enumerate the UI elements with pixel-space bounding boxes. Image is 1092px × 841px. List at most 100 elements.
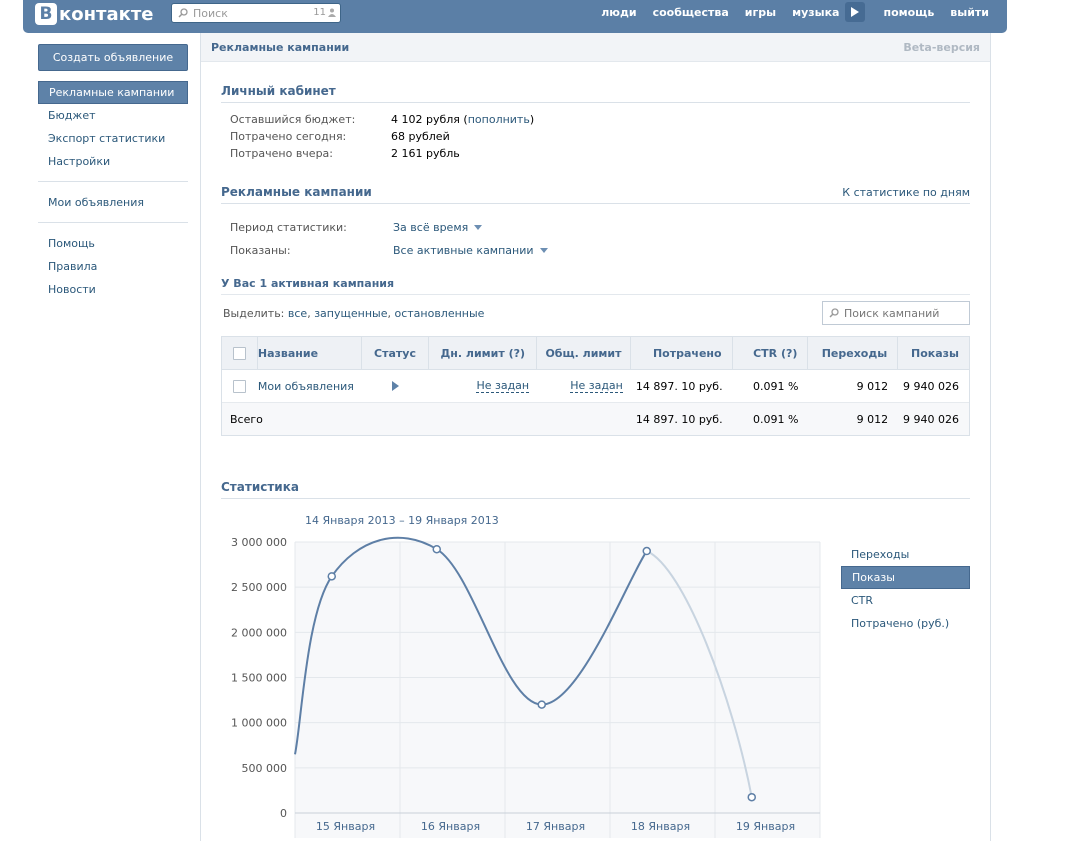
campaign-name-link[interactable]: Мои объявления [258, 380, 354, 393]
row-status-cell [362, 370, 430, 402]
select-all-cell [222, 337, 258, 369]
create-ad-button[interactable]: Создать объявление [38, 44, 188, 71]
nav-people[interactable]: люди [593, 6, 644, 19]
y-axis-ticks: 0 500 000 1 000 000 1 500 000 2 000 000 2 500… [231, 536, 287, 820]
play-icon [851, 7, 860, 17]
legend-clicks[interactable]: Переходы [841, 543, 970, 566]
y-tick-label: 1 500 000 [231, 672, 287, 685]
daily-stats-link[interactable]: К статистике по дням [842, 186, 970, 199]
online-count-value: 11 [313, 7, 326, 18]
music-play-button[interactable] [845, 2, 866, 22]
budget-label: Оставшийся бюджет: [230, 113, 356, 126]
data-point[interactable] [747, 792, 756, 802]
top-nav: люди сообщества игры музыка помощь выйти [593, 0, 997, 24]
select-filter: Выделить: все, запущенные, остановленные [223, 307, 484, 320]
y-tick-label: 2 000 000 [231, 626, 287, 639]
col-spent[interactable]: Потрачено [631, 337, 733, 369]
sidebar-group-ads: Рекламные кампании Бюджет Экспорт статис… [38, 81, 188, 173]
daily-limit-editor[interactable]: Не задан [476, 379, 530, 393]
top-bar: В контакте Поиск 11 люди сообщества игры… [23, 0, 1007, 33]
nav-music[interactable]: музыка [784, 6, 847, 19]
nav-games[interactable]: игры [737, 6, 784, 19]
sidebar-divider [38, 222, 188, 223]
top-up-link[interactable]: пополнить [468, 113, 530, 126]
total-spacer [362, 403, 631, 435]
total-clicks: 9 012 [856, 412, 889, 426]
data-point[interactable] [432, 544, 441, 554]
select-all-link[interactable]: все [288, 307, 307, 320]
row-ctr: 0.091 % [752, 379, 799, 393]
sidebar-item-my-ads[interactable]: Мои объявления [38, 191, 188, 214]
legend-spent[interactable]: Потрачено (руб.) [841, 612, 970, 635]
y-tick-label: 3 000 000 [231, 536, 287, 549]
user-icon [328, 8, 336, 17]
col-impressions[interactable]: Показы [898, 337, 969, 369]
legend-impressions[interactable]: Показы [841, 566, 970, 589]
nav-help[interactable]: помощь [875, 6, 942, 19]
sidebar-item-settings[interactable]: Настройки [38, 150, 188, 173]
y-tick-label: 0 [280, 807, 287, 820]
x-tick-label: 18 Января [631, 820, 690, 833]
sidebar-item-help[interactable]: Помощь [38, 232, 188, 255]
col-clicks[interactable]: Переходы [808, 337, 899, 369]
data-point[interactable] [327, 572, 336, 581]
row-clicks: 9 012 [856, 379, 889, 393]
global-search-input[interactable]: Поиск 11 [171, 3, 341, 23]
campaign-search-placeholder: Поиск кампаний [844, 307, 940, 320]
page-title: Рекламные кампании [211, 41, 350, 54]
sidebar-item-budget[interactable]: Бюджет [38, 104, 188, 127]
campaign-search-input[interactable]: Поиск кампаний [822, 301, 970, 325]
campaigns-table: Название Статус Дн. лимит (?) Общ. лимит… [221, 336, 970, 436]
table-total-row: Всего 14 897. 10 руб. 0.091 % 9 012 9 94… [222, 403, 969, 435]
total-limit-editor[interactable]: Не задан [570, 379, 623, 393]
vk-logo[interactable]: В контакте [35, 2, 153, 26]
legend-ctr[interactable]: CTR [841, 589, 970, 612]
online-count: 11 [313, 7, 336, 18]
nav-communities[interactable]: сообщества [645, 6, 737, 19]
shown-value: Все активные кампании [393, 244, 534, 257]
select-all-checkbox[interactable] [232, 346, 246, 360]
yesterday-value: 2 161 рубль [391, 147, 460, 160]
col-ctr[interactable]: CTR (?) [733, 337, 809, 369]
select-running-link[interactable]: запущенные [314, 307, 387, 320]
sidebar-item-export[interactable]: Экспорт статистики [38, 127, 188, 150]
shown-dropdown[interactable]: Все активные кампании [393, 244, 548, 257]
x-tick-label: 15 Января [316, 820, 375, 833]
total-impressions: 9 940 026 [903, 412, 959, 426]
select-stopped-link[interactable]: остановленные [394, 307, 484, 320]
paren-close: ) [529, 113, 535, 126]
row-select-cell [222, 370, 258, 402]
main-panel: Рекламные кампании Beta-версия Личный ка… [200, 33, 991, 841]
main-header: Рекламные кампании Beta-версия [201, 33, 990, 62]
period-dropdown[interactable]: За всё время [393, 221, 483, 234]
col-name[interactable]: Название [258, 337, 362, 369]
budget-value: 4 102 рубля [391, 113, 460, 126]
sidebar-item-rules[interactable]: Правила [38, 255, 188, 278]
row-daily-limit-cell: Не задан [429, 370, 537, 402]
play-icon[interactable] [391, 381, 399, 391]
today-value: 68 рублей [391, 130, 450, 143]
y-tick-label: 500 000 [242, 762, 288, 775]
sidebar-item-campaigns[interactable]: Рекламные кампании [38, 81, 188, 104]
col-daily-limit[interactable]: Дн. лимит (?) [429, 337, 538, 369]
row-name-cell: Мои объявления [258, 370, 362, 402]
select-label: Выделить: [223, 307, 285, 320]
shown-label: Показаны: [230, 244, 291, 257]
row-checkbox[interactable] [233, 379, 247, 393]
col-total-limit[interactable]: Общ. лимит [537, 337, 631, 369]
x-tick-label: 16 Января [421, 820, 480, 833]
campaigns-section: Рекламные кампании К статистике по дням [221, 185, 970, 204]
table-row: Мои объявления Не задан Не задан 14 897.… [222, 370, 969, 403]
plot-background [295, 542, 820, 838]
x-tick-label: 19 Января [736, 820, 795, 833]
col-status[interactable]: Статус [362, 337, 430, 369]
beta-badge: Beta-версия [903, 41, 980, 54]
sidebar-item-news[interactable]: Новости [38, 278, 188, 301]
logo-letter: В [35, 3, 57, 25]
nav-logout[interactable]: выйти [942, 6, 997, 19]
cabinet-title: Личный кабинет [221, 84, 970, 103]
chart-title: 14 Января 2013 – 19 Января 2013 [305, 514, 499, 527]
search-icon [178, 8, 188, 18]
data-point[interactable] [642, 546, 651, 556]
data-point[interactable] [537, 700, 546, 709]
